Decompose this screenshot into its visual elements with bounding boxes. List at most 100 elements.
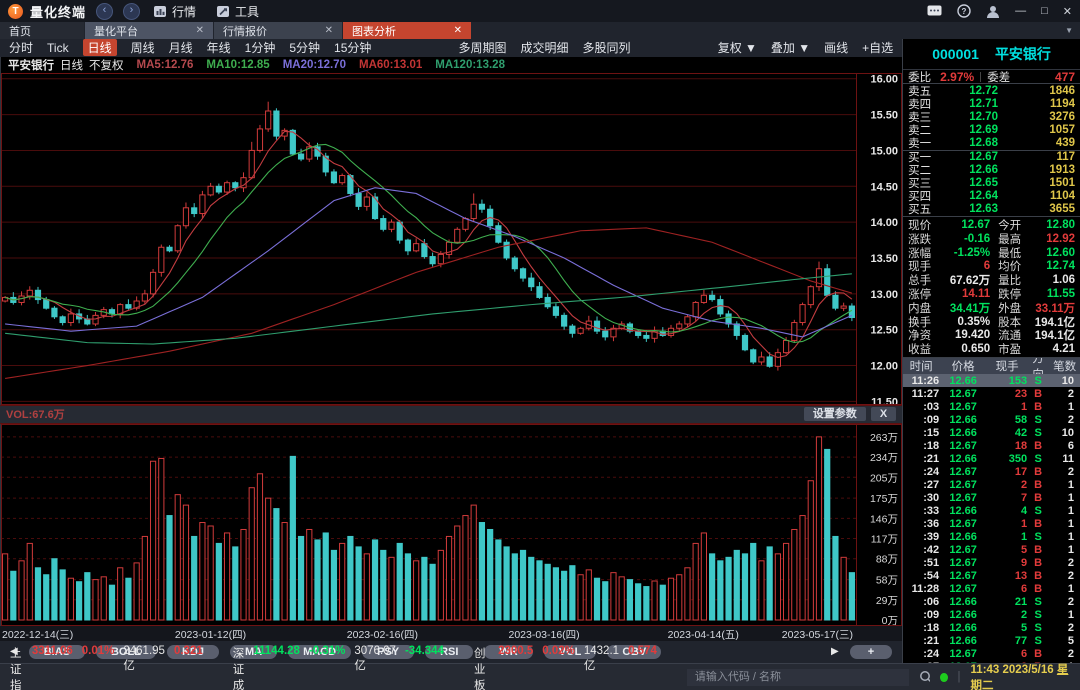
- period-年线[interactable]: 年线: [207, 39, 231, 56]
- period-月线[interactable]: 月线: [169, 39, 193, 56]
- minimize-button[interactable]: —: [1015, 5, 1026, 17]
- period-15分钟[interactable]: 15分钟: [334, 39, 371, 56]
- tick-row[interactable]: :0612.6621S2: [903, 595, 1080, 608]
- tab-close-icon[interactable]: ✕: [196, 25, 204, 36]
- add-indicator-button[interactable]: +: [850, 645, 892, 659]
- tick-row[interactable]: :2112.6677S5: [903, 634, 1080, 647]
- title-bar: T 量化终端 ‹ › 行情 工具 ? — □ ✕: [0, 0, 1080, 22]
- weicha-value: 477: [1010, 70, 1075, 84]
- tick-col-header[interactable]: 时间: [903, 358, 939, 374]
- tick-col-header[interactable]: 现手: [987, 358, 1027, 374]
- tick-time: 11:28: [903, 583, 939, 595]
- tick-row[interactable]: 11:2812.676B1: [903, 582, 1080, 595]
- weibi-row: 委比2.97%委差477: [903, 70, 1080, 83]
- tool-复权▼[interactable]: 复权 ▼: [718, 39, 757, 56]
- message-icon[interactable]: [927, 5, 942, 17]
- bid-row[interactable]: 买五12.633655: [903, 203, 1080, 216]
- index-深证成指[interactable]: 深证成指11144.28-0.31%3076.07亿-34.344: [233, 645, 444, 690]
- tick-row[interactable]: :3012.677B1: [903, 491, 1080, 504]
- stat-value: 14.11: [935, 288, 990, 300]
- tab-首页[interactable]: 首页: [0, 22, 84, 39]
- svg-text:12.00: 12.00: [870, 360, 898, 372]
- tick-row[interactable]: :2712.672B1: [903, 478, 1080, 491]
- close-button[interactable]: ✕: [1063, 5, 1072, 18]
- view-多周期图[interactable]: 多周期图: [459, 39, 507, 56]
- period-1分钟[interactable]: 1分钟: [245, 39, 276, 56]
- tick-row[interactable]: :1812.6718B6: [903, 439, 1080, 452]
- tick-row[interactable]: :3912.661S1: [903, 530, 1080, 543]
- tab-close-icon[interactable]: ✕: [325, 25, 333, 36]
- tick-count: 2: [1049, 648, 1080, 660]
- tick-col-header[interactable]: 价格: [939, 358, 987, 374]
- tick-row[interactable]: :5112.679B2: [903, 556, 1080, 569]
- volume-chart-pane[interactable]: 263万234万205万175万146万117万88万58万29万0万: [0, 424, 902, 626]
- tab-量化平台[interactable]: 量化平台✕: [85, 22, 213, 39]
- price-chart-pane[interactable]: 16.0015.5015.0014.5014.0013.5013.0012.50…: [0, 73, 902, 405]
- svg-text:13.50: 13.50: [870, 253, 898, 265]
- tick-row[interactable]: 11:2612.66153S10: [903, 374, 1080, 387]
- settings-params-button[interactable]: 设置参数: [804, 407, 866, 421]
- tick-row[interactable]: :4212.675B1: [903, 543, 1080, 556]
- app-logo-icon: T: [8, 4, 23, 19]
- quote-symbol-header[interactable]: 000001 平安银行: [903, 39, 1080, 70]
- tick-time: :09: [903, 609, 939, 621]
- tick-price: 12.67: [939, 583, 987, 595]
- view-成交明细[interactable]: 成交明细: [521, 39, 569, 56]
- maximize-button[interactable]: □: [1041, 5, 1048, 17]
- tick-col-header[interactable]: 笔数: [1049, 358, 1080, 374]
- tick-row[interactable]: :2412.6717B2: [903, 465, 1080, 478]
- tool-+自选[interactable]: +自选: [862, 39, 893, 56]
- tick-volume: 7: [987, 492, 1027, 504]
- tick-price: 12.66: [939, 596, 987, 608]
- menu-market[interactable]: 行情: [147, 3, 203, 20]
- tick-count: 2: [1049, 596, 1080, 608]
- scroll-right-icon[interactable]: ▶: [831, 646, 839, 657]
- symbol-search-input[interactable]: [687, 669, 909, 686]
- stat-value: 1.06: [1026, 274, 1075, 286]
- tab-overflow-icon[interactable]: ▼: [1065, 26, 1073, 35]
- adjust-mode-label[interactable]: 不复权: [89, 57, 124, 73]
- tick-row[interactable]: :0312.671B1: [903, 400, 1080, 413]
- tool-叠加▼[interactable]: 叠加 ▼: [771, 39, 810, 56]
- user-icon[interactable]: [986, 5, 1000, 18]
- tab-图表分析[interactable]: 图表分析✕: [343, 22, 471, 39]
- ask-row[interactable]: 卖一12.68439: [903, 136, 1080, 149]
- tick-price: 12.66: [939, 622, 987, 634]
- tick-row[interactable]: :1512.6642S10: [903, 426, 1080, 439]
- tick-row[interactable]: :5412.6713B2: [903, 569, 1080, 582]
- tick-price: 12.67: [939, 479, 987, 491]
- tick-row[interactable]: :2412.676B2: [903, 647, 1080, 660]
- volume-pane-close-button[interactable]: X: [871, 407, 896, 421]
- period-Tick[interactable]: Tick: [47, 41, 69, 55]
- period-5分钟[interactable]: 5分钟: [289, 39, 320, 56]
- menu-tools[interactable]: 工具: [210, 3, 266, 20]
- tick-row[interactable]: 11:2712.6723B2: [903, 387, 1080, 400]
- tick-row[interactable]: :0912.6658S2: [903, 413, 1080, 426]
- tick-row[interactable]: :0912.662S1: [903, 608, 1080, 621]
- tick-table: 时间价格现手方向笔数11:2612.66153S1011:2712.6723B2…: [903, 357, 1080, 663]
- help-icon[interactable]: ?: [957, 4, 971, 18]
- period-日线[interactable]: 日线: [83, 39, 117, 56]
- tick-time: 11:26: [903, 375, 939, 387]
- index-field: -0.31%: [309, 645, 345, 690]
- forward-icon[interactable]: ›: [123, 3, 140, 20]
- svg-text:12.50: 12.50: [870, 324, 898, 336]
- bid-volume: 1913: [1027, 164, 1075, 176]
- tick-direction: S: [1027, 635, 1049, 647]
- tick-row[interactable]: :3612.671B1: [903, 517, 1080, 530]
- period-分时[interactable]: 分时: [9, 39, 33, 56]
- tab-行情报价[interactable]: 行情报价 ✕: [214, 22, 342, 39]
- period-周线[interactable]: 周线: [131, 39, 155, 56]
- tab-close-icon[interactable]: ✕: [454, 25, 462, 36]
- search-icon[interactable]: [919, 670, 931, 684]
- view-多股同列[interactable]: 多股同列: [583, 39, 631, 56]
- back-icon[interactable]: ‹: [96, 3, 113, 20]
- index-上证指数[interactable]: 上证指数3311.060.01%2461.95亿0.321: [10, 645, 203, 690]
- app-window: T 量化终端 ‹ › 行情 工具 ? — □ ✕ ▼ 首页量化平台✕行情报价✕图…: [0, 0, 1080, 690]
- tick-row[interactable]: :2112.66350S11: [903, 452, 1080, 465]
- tick-row[interactable]: :1812.665S2: [903, 621, 1080, 634]
- tool-画线[interactable]: 画线: [824, 39, 848, 56]
- index-创业板指[interactable]: 创业板指2300.50.02%1432.1亿0.574: [474, 645, 657, 690]
- tick-row[interactable]: :3312.664S1: [903, 504, 1080, 517]
- tab-label: 行情报价: [223, 23, 267, 39]
